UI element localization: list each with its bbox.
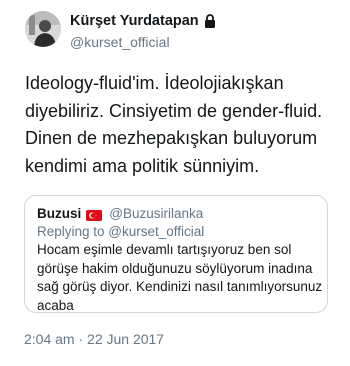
name-row: Kürşet Yurdatapan — [70, 11, 216, 31]
quoted-tweet-header: Buzusi @Buzusirilanka — [37, 204, 315, 222]
turkey-flag-icon — [86, 208, 103, 221]
quoted-text-line: görüşe hakim olduğunuzu söylüyorum inadı… — [37, 260, 313, 276]
replying-to-label: Replying to @kurset_official — [37, 224, 205, 239]
tweet-text: Ideology-fluid'im. İdeolojiakışkan diyeb… — [25, 70, 335, 180]
profile-photo-icon — [25, 11, 61, 47]
quoted-tweet-text: Hocam eşimle devamlı tartışıyoruz ben so… — [37, 241, 323, 315]
tweet-timestamp[interactable]: 2:04 am · 22 Jun 2017 — [24, 331, 164, 347]
quoted-text-line: sağ görüş diyor. Kendinizi nasıl tanımlı… — [37, 279, 323, 294]
tweet-text-line: kendimi ama politik sünniyim. — [25, 155, 260, 176]
quoted-text-line: Hocam eşimle devamlı tartışıyoruz ben so… — [37, 242, 292, 257]
tweet-text-line: Dinen de mezhepakışkan buluyorum — [25, 128, 318, 148]
tweet-header: Kürşet Yurdatapan @kurset_official — [25, 11, 335, 61]
user-handle[interactable]: @kurset_official — [70, 34, 170, 50]
tweet-text-line: Ideology-fluid'im. İdeolojiakışkan — [25, 73, 284, 93]
display-name[interactable]: Kürşet Yurdatapan — [70, 13, 199, 29]
tweet-text-line: diyebiliriz. Cinsiyetim de gender-fluid. — [25, 100, 323, 121]
quoted-tweet-card[interactable]: Buzusi @Buzusirilanka Replying to @kurse… — [24, 195, 328, 313]
quoted-user-handle: @Buzusirilanka — [109, 205, 204, 221]
quoted-display-name: Buzusi — [37, 205, 82, 221]
lock-icon — [204, 14, 216, 28]
quoted-text-line: acaba — [37, 297, 74, 313]
avatar[interactable] — [25, 11, 61, 47]
